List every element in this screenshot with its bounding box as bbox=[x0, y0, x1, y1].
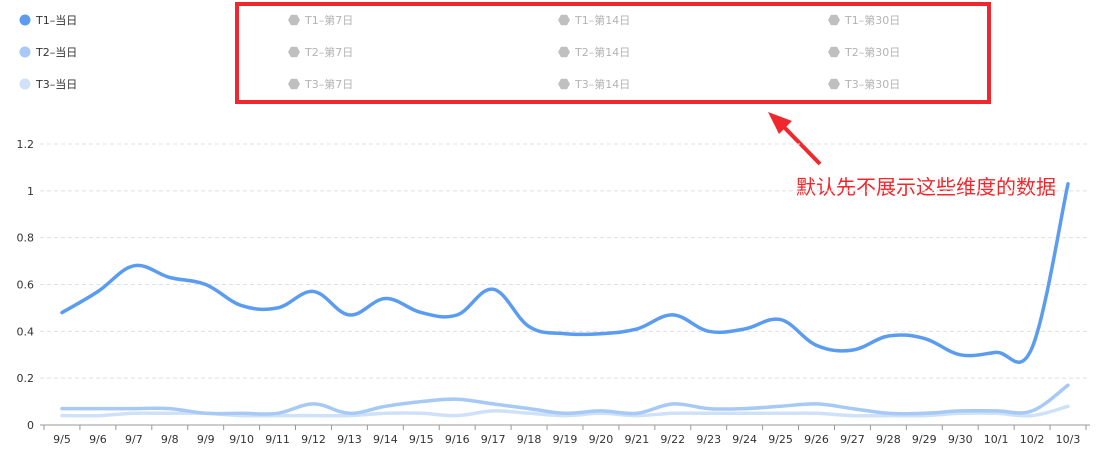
x-tick-label: 10/1 bbox=[984, 433, 1009, 446]
x-tick-label: 10/2 bbox=[1020, 433, 1045, 446]
legend-item-8[interactable]: T2–第14日 bbox=[558, 45, 630, 59]
legend-hexagon-icon bbox=[558, 46, 570, 58]
x-tick-label: 9/7 bbox=[125, 433, 143, 446]
legend-item-11[interactable]: T3–第14日 bbox=[558, 77, 630, 91]
x-tick-label: 9/27 bbox=[840, 433, 865, 446]
legend-hexagon-icon bbox=[558, 14, 570, 26]
legend-dot-icon bbox=[19, 78, 31, 90]
x-tick-label: 9/19 bbox=[553, 433, 578, 446]
legend-item-10[interactable]: T3–第7日 bbox=[288, 77, 353, 91]
legend-label: T3–当日 bbox=[35, 77, 77, 91]
x-tick-label: 9/17 bbox=[481, 433, 506, 446]
x-tick-label: 9/8 bbox=[161, 433, 179, 446]
legend-label: T3–第30日 bbox=[844, 77, 900, 91]
series-lines bbox=[60, 182, 1070, 418]
x-tick-label: 9/12 bbox=[301, 433, 326, 446]
legend-label: T1–第30日 bbox=[844, 13, 900, 27]
legend-label: T2–当日 bbox=[35, 45, 77, 59]
x-tick-label: 9/24 bbox=[732, 433, 757, 446]
legend-hexagon-icon bbox=[288, 46, 300, 58]
annotation: 默认先不展示这些维度的数据 bbox=[235, 2, 1056, 199]
legend-label: T2–第7日 bbox=[304, 45, 353, 59]
legend-label: T1–当日 bbox=[35, 13, 77, 27]
legend: T1–当日 T2–当日 T3–当日 T1–第7日 T1–第14日 T1–第30日 T2–第7… bbox=[19, 13, 900, 91]
x-tick-label: 9/25 bbox=[768, 433, 793, 446]
legend-hexagon-icon bbox=[828, 14, 840, 26]
x-tick-label: 9/13 bbox=[337, 433, 362, 446]
x-tick-label: 9/18 bbox=[517, 433, 542, 446]
y-tick-label: 0.4 bbox=[17, 325, 35, 338]
legend-dot-icon bbox=[19, 46, 31, 58]
x-tick-label: 9/6 bbox=[89, 433, 107, 446]
x-tick-label: 9/11 bbox=[265, 433, 290, 446]
x-tick-label: 9/16 bbox=[445, 433, 470, 446]
x-tick-label: 9/30 bbox=[948, 433, 973, 446]
x-tick-label: 9/23 bbox=[696, 433, 721, 446]
x-tick-label: 9/21 bbox=[625, 433, 650, 446]
line-chart: T1–当日 T2–当日 T3–当日 T1–第7日 T1–第14日 T1–第30日 T2–第7… bbox=[17, 2, 1090, 446]
legend-item-5[interactable]: T1–第14日 bbox=[558, 13, 630, 27]
y-tick-label: 0.6 bbox=[17, 279, 35, 292]
y-tick-label: 0.8 bbox=[17, 232, 35, 245]
x-tick-label: 10/3 bbox=[1056, 433, 1081, 446]
legend-item-9[interactable]: T2–第30日 bbox=[828, 45, 900, 59]
legend-hexagon-icon bbox=[828, 78, 840, 90]
legend-label: T1–第14日 bbox=[574, 13, 630, 27]
legend-label: T2–第14日 bbox=[574, 45, 630, 59]
legend-item-4[interactable]: T1–第7日 bbox=[288, 13, 353, 27]
x-tick-label: 9/28 bbox=[876, 433, 901, 446]
x-tick-label: 9/20 bbox=[589, 433, 614, 446]
legend-item-3[interactable]: T3–当日 bbox=[19, 77, 78, 91]
y-tick-label: 1.2 bbox=[17, 138, 35, 151]
legend-item-12[interactable]: T3–第30日 bbox=[828, 77, 900, 91]
x-tick-label: 9/15 bbox=[409, 433, 434, 446]
x-tick-label: 9/14 bbox=[373, 433, 398, 446]
legend-item-7[interactable]: T2–第7日 bbox=[288, 45, 353, 59]
series-line-1 bbox=[60, 182, 1070, 364]
y-tick-label: 0 bbox=[27, 419, 34, 432]
legend-item-1[interactable]: T1–当日 bbox=[19, 13, 78, 27]
x-tick-label: 9/9 bbox=[197, 433, 215, 446]
x-tick-label: 9/5 bbox=[53, 433, 71, 446]
x-tick-label: 9/10 bbox=[229, 433, 254, 446]
annotation-text: 默认先不展示这些维度的数据 bbox=[796, 175, 1056, 199]
legend-label: T3–第7日 bbox=[304, 77, 353, 91]
y-tick-label: 0.2 bbox=[17, 372, 35, 385]
legend-item-2[interactable]: T2–当日 bbox=[19, 45, 78, 59]
legend-hexagon-icon bbox=[558, 78, 570, 90]
series-line-2 bbox=[60, 383, 1070, 416]
legend-label: T1–第7日 bbox=[304, 13, 353, 27]
y-tick-label: 1 bbox=[27, 185, 34, 198]
legend-item-6[interactable]: T1–第30日 bbox=[828, 13, 900, 27]
legend-hexagon-icon bbox=[288, 78, 300, 90]
legend-hexagon-icon bbox=[288, 14, 300, 26]
x-tick-label: 9/29 bbox=[912, 433, 937, 446]
legend-label: T2–第30日 bbox=[844, 45, 900, 59]
legend-label: T3–第14日 bbox=[574, 77, 630, 91]
legend-dot-icon bbox=[19, 14, 31, 26]
annotation-arrow-shaft bbox=[780, 123, 822, 166]
x-tick-label: 9/22 bbox=[660, 433, 685, 446]
x-tick-label: 9/26 bbox=[804, 433, 829, 446]
legend-hexagon-icon bbox=[828, 46, 840, 58]
